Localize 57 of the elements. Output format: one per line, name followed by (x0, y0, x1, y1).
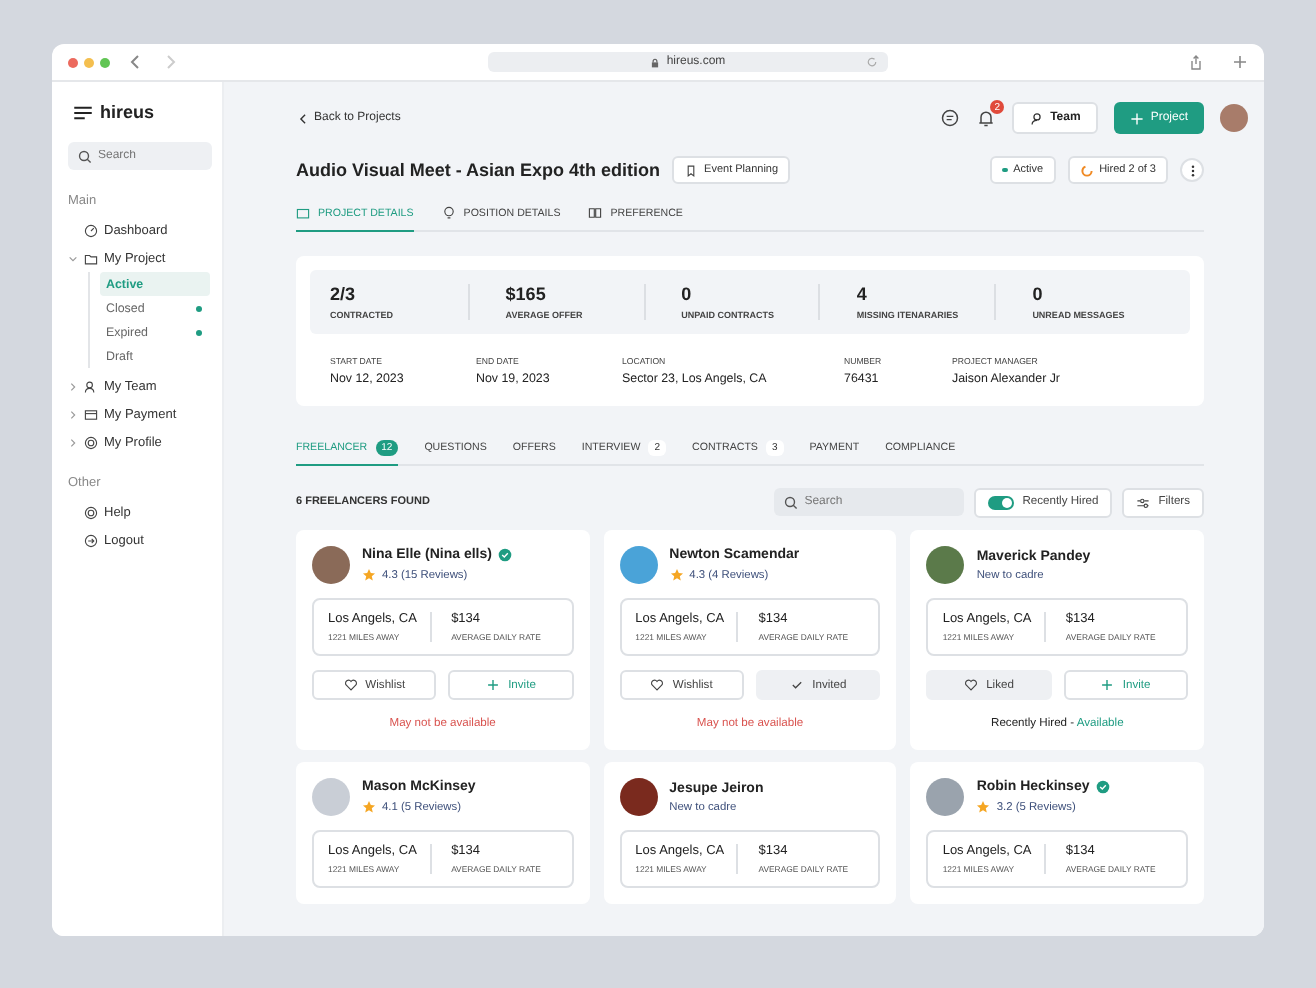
bell-icon[interactable] (976, 108, 997, 128)
avatar-placeholder (619, 546, 658, 584)
help-icon (84, 505, 98, 519)
maximize-dot-icon[interactable] (100, 57, 110, 67)
check-icon (790, 678, 805, 692)
stat-value: 0 (681, 284, 694, 304)
share-icon[interactable] (1188, 54, 1204, 70)
chevron-icon[interactable] (68, 409, 78, 419)
chevron-icon[interactable] (68, 381, 78, 391)
star-icon (362, 800, 376, 814)
sliders-icon (1136, 495, 1151, 509)
progress-ring-icon (1079, 163, 1094, 177)
star-icon (362, 568, 376, 582)
avatar-placeholder (312, 546, 350, 584)
minimize-dot-icon[interactable] (84, 57, 94, 67)
folder-icon (84, 251, 98, 265)
heart-icon (650, 678, 665, 692)
stat-value: 2/3 (330, 284, 358, 304)
plus-icon (1130, 111, 1145, 125)
person-icon (84, 379, 98, 393)
lock-icon (650, 57, 661, 67)
more-button[interactable] (1180, 158, 1204, 182)
avatar-placeholder (926, 546, 965, 584)
stat-value: $165 (505, 284, 548, 304)
chat-icon[interactable] (940, 108, 961, 128)
search-icon (78, 149, 92, 163)
avatar-placeholder (619, 778, 658, 816)
stat-value: 4 (856, 284, 869, 304)
star-icon (669, 568, 684, 582)
star-icon (976, 800, 991, 814)
close-dot-icon[interactable] (68, 57, 78, 67)
chevron-icon[interactable] (68, 437, 78, 447)
logo-text: hireus (100, 102, 155, 122)
chevron-icon[interactable] (68, 253, 78, 263)
avatar-placeholder (926, 778, 965, 816)
bulb-icon (441, 206, 456, 220)
search-icon (784, 495, 799, 509)
gauge-icon (84, 223, 98, 237)
toggle-switch[interactable] (988, 495, 1015, 509)
heart-icon (343, 678, 358, 692)
avatar-placeholder (312, 778, 350, 816)
plus-icon (1100, 678, 1115, 692)
card-icon (84, 407, 98, 421)
user-avatar[interactable] (1220, 104, 1248, 132)
new-tab-icon[interactable] (1232, 54, 1248, 70)
menu-icon[interactable] (74, 105, 92, 119)
heart-icon (964, 678, 979, 692)
stat-value: 0 (1032, 284, 1045, 304)
bookmark-icon (684, 163, 699, 177)
folder-icon (296, 206, 310, 220)
chevron-left-icon[interactable] (296, 111, 310, 125)
plus-icon (486, 678, 501, 692)
reload-icon[interactable] (866, 56, 878, 68)
project-title: Audio Visual Meet - Asian Expo 4th edition (296, 160, 661, 180)
logout-icon (84, 533, 98, 547)
more-icon (1189, 163, 1195, 177)
book-icon (588, 206, 603, 220)
